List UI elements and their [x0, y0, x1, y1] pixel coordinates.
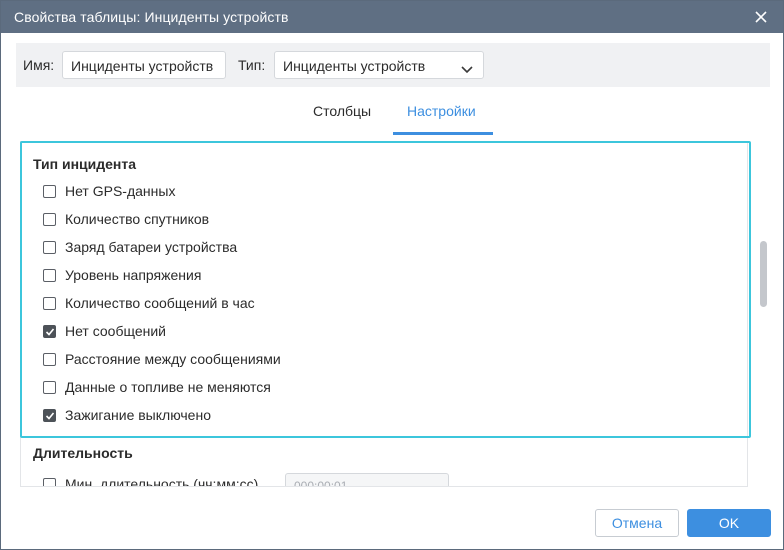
- active-tab-indicator: [393, 132, 493, 135]
- duration-title: Длительность: [33, 445, 133, 461]
- name-input[interactable]: Инциденты устройств: [62, 51, 226, 79]
- dialog-titlebar: Свойства таблицы: Инциденты устройств: [1, 1, 783, 33]
- type-label: Тип:: [238, 57, 266, 73]
- incident-item-label: Данные о топливе не меняются: [65, 379, 271, 395]
- checkbox[interactable]: [43, 478, 56, 486]
- incident-item-label: Зажигание выключено: [65, 407, 211, 423]
- tab-columns[interactable]: Столбцы: [313, 103, 371, 119]
- type-select[interactable]: Инциденты устройств: [274, 51, 484, 79]
- checkbox-checked[interactable]: [43, 325, 56, 338]
- min-duration-input[interactable]: 000:00:01: [285, 473, 449, 486]
- incident-item-label: Расстояние между сообщениями: [65, 351, 281, 367]
- incident-item-label: Количество спутников: [65, 211, 210, 227]
- incident-item-label: Нет сообщений: [65, 323, 167, 339]
- checkbox[interactable]: [43, 185, 56, 198]
- scrollbar[interactable]: [755, 141, 769, 487]
- checkbox[interactable]: [43, 269, 56, 282]
- chevron-down-icon: [461, 61, 473, 74]
- settings-panel: Тип инцидента Нет GPS-данных Количество …: [20, 141, 748, 487]
- checkbox[interactable]: [43, 297, 56, 310]
- min-duration-label: Мин. длительность (чч:мм:сс): [65, 476, 259, 487]
- table-properties-dialog: Свойства таблицы: Инциденты устройств Им…: [0, 0, 784, 550]
- incident-item-label: Количество сообщений в час: [65, 295, 255, 311]
- name-label: Имя:: [23, 57, 55, 73]
- scrollbar-thumb[interactable]: [760, 241, 767, 307]
- tab-settings[interactable]: Настройки: [407, 103, 476, 119]
- cancel-button[interactable]: Отмена: [595, 509, 679, 537]
- incident-type-title: Тип инцидента: [33, 156, 137, 172]
- checkbox-checked[interactable]: [43, 409, 56, 422]
- ok-button[interactable]: OK: [687, 509, 771, 537]
- incident-item-label: Заряд батареи устройства: [65, 239, 238, 255]
- checkbox[interactable]: [43, 381, 56, 394]
- checkbox[interactable]: [43, 213, 56, 226]
- incident-item-label: Нет GPS-данных: [65, 183, 176, 199]
- tab-bar: Столбцы Настройки: [1, 97, 783, 137]
- dialog-title: Свойства таблицы: Инциденты устройств: [14, 9, 289, 25]
- checkbox[interactable]: [43, 353, 56, 366]
- incident-item-label: Уровень напряжения: [65, 267, 202, 283]
- checkbox[interactable]: [43, 241, 56, 254]
- close-icon[interactable]: [753, 9, 769, 25]
- type-select-value: Инциденты устройств: [283, 58, 426, 74]
- name-type-bar: Имя: Инциденты устройств Тип: Инциденты …: [16, 43, 770, 87]
